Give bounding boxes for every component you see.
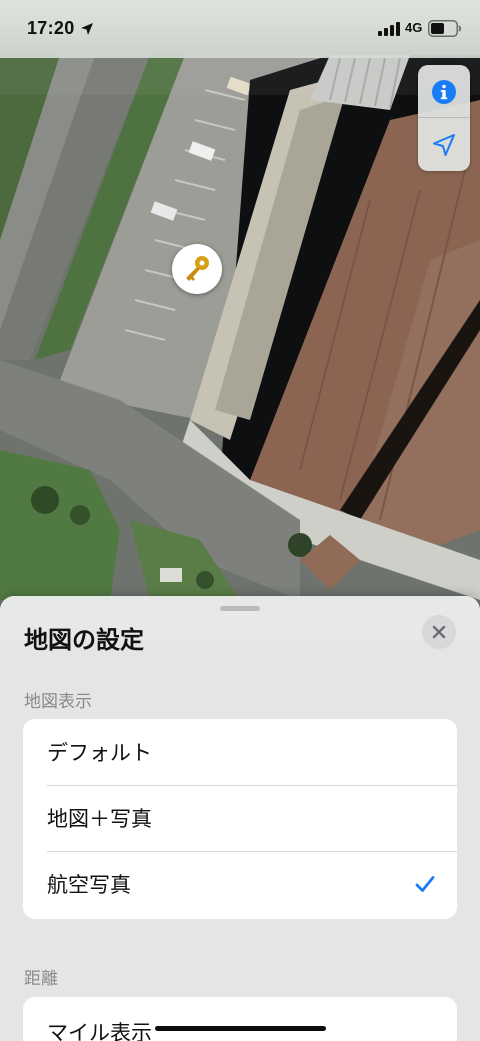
distance-section-label: 距離 [24,969,58,989]
map-controls [418,65,470,171]
track-location-button[interactable] [418,118,470,171]
map-settings-sheet: 地図の設定 地図表示 デフォルト 地図＋写真 航空写真 距離 マイル表示 [0,596,480,1041]
cellular-signal-icon [378,22,400,36]
map-type-options: デフォルト 地図＋写真 航空写真 [23,719,457,919]
map-type-section-label: 地図表示 [24,692,92,712]
option-label: デフォルト [47,741,152,765]
location-arrow-icon [433,133,455,156]
option-label: 地図＋写真 [47,807,152,831]
distance-option-miles[interactable]: マイル表示 [23,997,457,1041]
aerial-map[interactable] [0,0,480,640]
battery-icon [428,20,462,37]
option-label: マイル表示 [47,1021,152,1041]
location-services-icon [81,23,93,35]
key-icon [186,256,209,281]
close-icon [432,625,446,639]
satellite-imagery [0,0,480,640]
status-bar: 17:20 4G [0,0,480,58]
info-icon [432,79,456,104]
home-indicator[interactable] [155,1026,326,1031]
map-info-button[interactable] [418,65,470,118]
close-button[interactable] [422,615,456,649]
map-type-option-satellite[interactable]: 航空写真 [23,851,457,917]
status-time: 17:20 [27,18,75,38]
option-label: 航空写真 [47,873,131,897]
map-type-option-hybrid[interactable]: 地図＋写真 [23,785,457,851]
sheet-title: 地図の設定 [24,626,144,654]
item-location-pin[interactable] [172,244,222,294]
distance-options: マイル表示 [23,997,457,1041]
sheet-grabber[interactable] [220,606,260,611]
find-my-screen: 17:20 4G 地図の設定 地図表示 デフォルト 地図＋写真 航空写真 距離 … [0,0,480,1041]
network-type: 4G [405,20,423,35]
checkmark-icon [415,876,435,892]
map-type-option-default[interactable]: デフォルト [23,719,457,785]
